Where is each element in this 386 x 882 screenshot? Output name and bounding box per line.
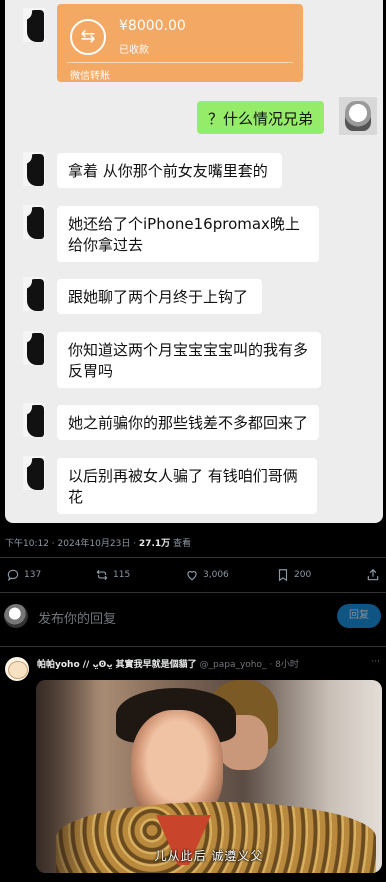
chat-screenshot: ⇆ ¥8000.00 已收款 微信转账 ？什么情况兄弟 拿着 从你那个前女友嘴里… xyxy=(5,0,383,523)
reply-count: 137 xyxy=(24,570,42,580)
heart-icon xyxy=(187,571,197,581)
transfer-divider xyxy=(67,62,293,63)
my-avatar[interactable] xyxy=(4,604,28,628)
bookmark-action[interactable]: 200 xyxy=(276,568,311,582)
message-bubble-received: 以后别再被女人骗了 有钱咱们哥俩花 xyxy=(57,458,317,514)
image-subtitle: 儿从此后 诚遵义父 xyxy=(154,849,264,863)
tweet-timestamp[interactable]: 下午10:12 · 2024年10月23日 · xyxy=(5,539,139,549)
reply-button[interactable]: 回复 xyxy=(337,604,381,628)
transfer-amount: ¥8000.00 xyxy=(119,18,186,34)
reply-action[interactable]: 137 xyxy=(6,568,41,582)
reply-input[interactable]: 发布你的回复 xyxy=(38,608,116,627)
divider xyxy=(0,557,386,558)
divider xyxy=(0,646,386,647)
transfer-footer: 微信转账 xyxy=(70,71,110,82)
like-action[interactable]: 3,006 xyxy=(185,568,229,582)
tweet-meta: 下午10:12 · 2024年10月23日 · 27.1万 查看 xyxy=(5,536,191,549)
transfer-arrows-icon: ⇆ xyxy=(70,19,106,55)
repost-action[interactable]: 115 xyxy=(95,568,130,582)
reply-author-handle[interactable]: @_papa_yoho_ · 8小时 xyxy=(200,660,299,670)
reply-author-name[interactable]: 帕帕yoho // ᴗ̤Ꙩᴗ̤ 其實我早就是個貓了 xyxy=(37,660,197,670)
transfer-status: 已收款 xyxy=(119,45,149,56)
contact-avatar xyxy=(23,456,45,490)
contact-avatar xyxy=(23,331,45,365)
share-action[interactable] xyxy=(366,568,380,582)
message-bubble-received: 拿着 从你那个前女友嘴里套的 xyxy=(57,153,282,188)
bookmark-count: 200 xyxy=(294,570,312,580)
message-bubble-received: 跟她聊了两个月终于上钩了 xyxy=(57,279,262,314)
more-icon[interactable]: ··· xyxy=(371,657,380,667)
divider xyxy=(0,592,386,593)
view-label: 查看 xyxy=(170,539,192,549)
transfer-card[interactable]: ⇆ ¥8000.00 已收款 微信转账 xyxy=(57,4,303,82)
reply-icon xyxy=(7,569,19,581)
share-icon xyxy=(367,568,379,581)
contact-avatar xyxy=(23,403,45,437)
reply-author-avatar[interactable] xyxy=(5,657,29,681)
contact-avatar xyxy=(23,152,45,186)
message-bubble-received: 她还给了个iPhone16promax晚上给你拿过去 xyxy=(57,206,319,262)
contact-avatar xyxy=(23,277,45,311)
bookmark-icon xyxy=(278,569,288,582)
reply-media-image[interactable]: 儿从此后 诚遵义父 xyxy=(36,680,382,873)
repost-icon xyxy=(96,569,108,581)
contact-avatar xyxy=(23,8,45,42)
message-bubble-received: 她之前骗你的那些钱差不多都回来了 xyxy=(57,405,319,440)
image-shadow xyxy=(36,680,96,873)
message-bubble-received: 你知道这两个月宝宝宝宝叫的我有多反胃吗 xyxy=(57,332,321,388)
like-count: 3,006 xyxy=(203,570,229,580)
my-avatar xyxy=(339,97,377,135)
reply-header: 帕帕yoho // ᴗ̤Ꙩᴗ̤ 其實我早就是個貓了 @_papa_yoho_ ·… xyxy=(37,657,299,670)
view-count: 27.1万 xyxy=(138,539,171,549)
repost-count: 115 xyxy=(113,570,131,580)
contact-avatar xyxy=(23,205,45,239)
message-bubble-sent: ？什么情况兄弟 xyxy=(197,101,325,134)
tweet-actions: 137 115 3,006 200 xyxy=(0,568,386,586)
